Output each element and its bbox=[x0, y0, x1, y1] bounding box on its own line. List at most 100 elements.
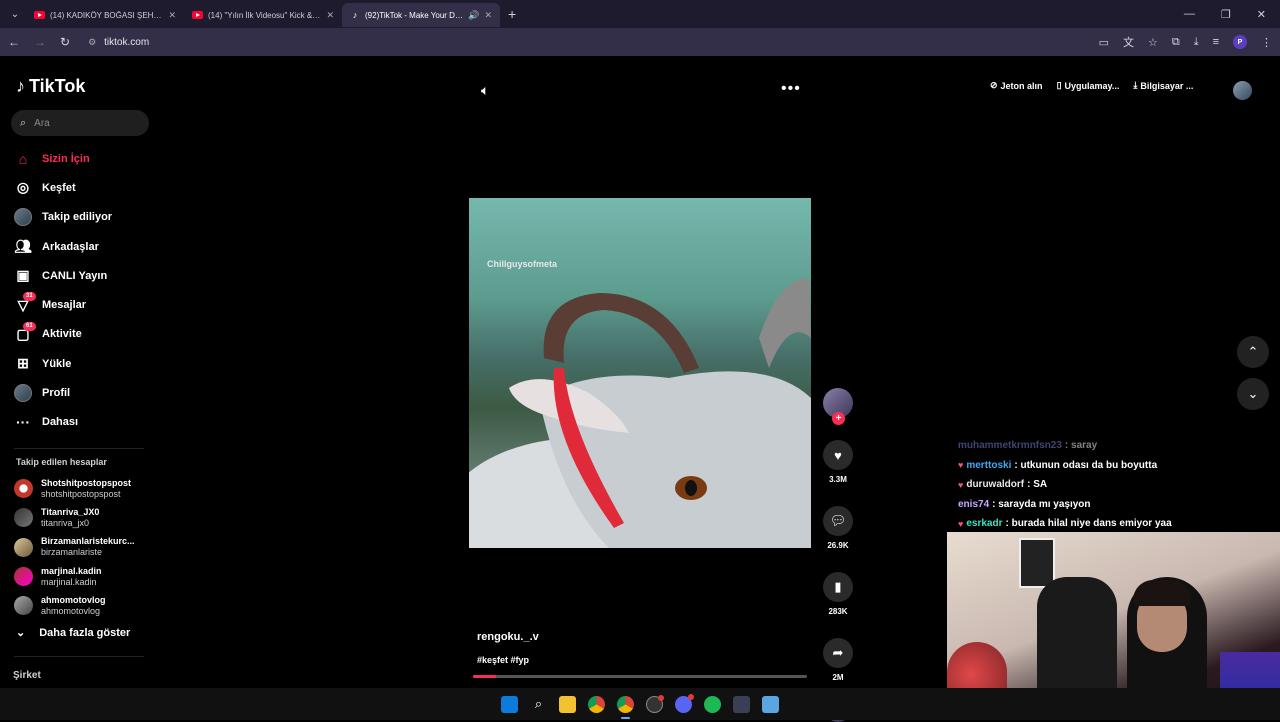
video-progress-fill bbox=[473, 675, 497, 678]
avatar bbox=[14, 384, 32, 403]
badge-icon: ♥ bbox=[958, 460, 964, 471]
get-app-label: Uygulamay... bbox=[1064, 80, 1120, 91]
browser-tab-1[interactable]: (14) KADIKÖY BOĞASI ŞEHINŞAH ✕ bbox=[26, 3, 184, 27]
chat-message: ♥ merttoski : utkunun odası da bu boyutt… bbox=[958, 456, 1258, 476]
chat-text: : SA bbox=[1027, 479, 1048, 491]
address-bar[interactable]: ⚙ tiktok.com bbox=[88, 37, 149, 48]
notepad-icon[interactable] bbox=[762, 695, 779, 713]
desktop-app-label: Bilgisayar ... bbox=[1140, 80, 1194, 91]
minimize-icon[interactable]: — bbox=[1184, 8, 1195, 21]
tiktok-icon: ♪ bbox=[352, 10, 358, 20]
video-actions: + ♥ 3.3M 💬︎ 26.9K ▮ 283K ➦ 2M bbox=[821, 388, 855, 722]
window-controls: — ❐ ✕ bbox=[1184, 8, 1280, 21]
sidebar-item-following[interactable]: Takip ediliyor bbox=[14, 203, 164, 232]
extensions-icon[interactable]: ⧉ bbox=[1172, 36, 1180, 49]
sidebar-item-explore[interactable]: ◎ Keşfet bbox=[14, 173, 164, 202]
discord-icon[interactable] bbox=[675, 693, 694, 713]
more-options-icon[interactable]: ••• bbox=[781, 80, 801, 98]
windows-start-icon[interactable] bbox=[501, 695, 518, 713]
browser-tab-3[interactable]: ♪ (92)TikTok - Make Your Day 🔊 ✕ bbox=[342, 3, 500, 27]
heart-icon: ♥ bbox=[834, 447, 842, 463]
close-icon[interactable]: ✕ bbox=[326, 10, 334, 21]
show-more-button[interactable]: ⌄ Daha fazla göster bbox=[16, 626, 130, 640]
creator-avatar[interactable]: + bbox=[823, 388, 853, 425]
bookmark-star-icon[interactable]: ☆ bbox=[1148, 36, 1158, 49]
compass-icon: ◎ bbox=[16, 179, 30, 196]
media-icon[interactable]: ≡ bbox=[1213, 36, 1219, 48]
following-accounts-title: Takip edilen hesaplar bbox=[16, 457, 107, 467]
search-icon[interactable]: ⌕ bbox=[530, 696, 547, 713]
sidebar: ♪ TikTok ⌕ Ara ⌂ Sizin İçin ◎ Keşfet Tak… bbox=[0, 58, 165, 688]
sidebar-item-for-you[interactable]: ⌂ Sizin İçin bbox=[14, 144, 164, 173]
volume-icon[interactable]: 🔈︎ bbox=[481, 82, 489, 99]
get-app-button[interactable]: ▯ Uygulamay... bbox=[1057, 80, 1120, 91]
comment-button[interactable]: 💬︎ bbox=[823, 506, 853, 536]
site-info-icon[interactable]: ⚙ bbox=[88, 37, 96, 48]
tiktok-note-icon: ♪ bbox=[16, 76, 25, 96]
more-icon: ··· bbox=[16, 414, 30, 431]
chat-username: duruwaldorf bbox=[966, 479, 1025, 491]
close-window-icon[interactable]: ✕ bbox=[1257, 8, 1266, 21]
following-account[interactable]: Titanriva_JX0 titanriva_jx0 bbox=[14, 503, 164, 532]
next-video-button[interactable]: ⌄ bbox=[1237, 378, 1269, 410]
sidebar-item-more[interactable]: ··· Dahası bbox=[14, 408, 164, 437]
sidebar-item-upload[interactable]: ⊞ Yükle bbox=[14, 349, 164, 378]
account-name: Titanriva_JX0 bbox=[41, 506, 100, 517]
video-hashtags[interactable]: #keşfet #fyp bbox=[477, 655, 529, 665]
account-handle: titanriva_jx0 bbox=[41, 517, 90, 528]
sidebar-item-messages[interactable]: ▽ 31 Mesajlar bbox=[14, 290, 164, 319]
logo-text: TikTok bbox=[29, 76, 86, 96]
new-tab-icon[interactable]: + bbox=[508, 6, 516, 22]
restore-icon[interactable]: ❐ bbox=[1221, 8, 1231, 21]
sidebar-item-profile[interactable]: Profil bbox=[14, 378, 164, 407]
tab-title: (14) KADIKÖY BOĞASI ŞEHINŞAH bbox=[50, 10, 163, 20]
file-explorer-icon[interactable] bbox=[559, 695, 576, 713]
following-account[interactable]: ahmomotovlog ahmomotovlog bbox=[14, 591, 164, 620]
video-author[interactable]: rengoku._.v bbox=[477, 631, 539, 643]
calculator-icon[interactable] bbox=[733, 695, 750, 713]
previous-video-button[interactable]: ⌃ bbox=[1237, 336, 1269, 368]
desktop-app-button[interactable]: ⤓ Bilgisayar ... bbox=[1133, 80, 1193, 91]
chat-text: : utkunun odası da bu boyutta bbox=[1014, 459, 1158, 471]
comment-icon: 💬︎ bbox=[829, 513, 847, 528]
profile-avatar[interactable]: P bbox=[1233, 35, 1247, 49]
get-coins-button[interactable]: ⊘ Jeton alın bbox=[990, 80, 1043, 91]
sidebar-item-activity[interactable]: ▢ 61 Aktivite bbox=[14, 320, 164, 349]
account-name: Shotshitpostopspost bbox=[41, 477, 131, 488]
chrome-icon[interactable] bbox=[588, 695, 605, 713]
wall-poster bbox=[1019, 538, 1055, 588]
sidebar-item-label: Sizin İçin bbox=[42, 152, 90, 165]
close-icon[interactable]: ✕ bbox=[168, 10, 176, 21]
taskbar: ⌕ bbox=[0, 688, 1280, 720]
user-avatar[interactable] bbox=[1233, 81, 1252, 100]
following-account[interactable]: Birzamanlaristekurc... birzamanlariste bbox=[14, 533, 164, 562]
video-progress-bar[interactable] bbox=[473, 675, 807, 678]
chrome-active-icon[interactable] bbox=[617, 695, 634, 719]
search-input[interactable]: ⌕ Ara bbox=[11, 110, 149, 136]
follow-plus-icon[interactable]: + bbox=[832, 412, 845, 425]
save-button[interactable]: ▮ bbox=[823, 572, 853, 602]
browser-tab-2[interactable]: (14) "Yılın İlk Videosu" Kick & Tw ✕ bbox=[184, 3, 342, 27]
forward-icon[interactable]: → bbox=[34, 35, 46, 49]
speaker-icon[interactable]: 🔊 bbox=[468, 10, 479, 21]
menu-kebab-icon[interactable]: ⋮ bbox=[1261, 36, 1272, 49]
download-icon[interactable]: ⤓ bbox=[1194, 36, 1199, 49]
tiktok-logo[interactable]: ♪ TikTok bbox=[16, 76, 85, 97]
sidebar-item-live[interactable]: ▣ CANLI Yayın bbox=[14, 261, 164, 290]
back-icon[interactable]: ← bbox=[8, 35, 20, 49]
obs-icon[interactable] bbox=[646, 694, 664, 713]
tab-search-icon[interactable]: ⌄ bbox=[4, 3, 26, 25]
cast-icon[interactable]: ▭ bbox=[1099, 36, 1109, 49]
translate-icon[interactable]: 文 bbox=[1123, 34, 1134, 50]
company-link[interactable]: Şirket bbox=[13, 670, 41, 681]
reload-icon[interactable]: ↻ bbox=[60, 35, 70, 49]
sidebar-item-friends[interactable]: 👥︎ Arkadaşlar bbox=[14, 232, 164, 261]
close-icon[interactable]: ✕ bbox=[484, 10, 492, 21]
following-account[interactable]: marjinal.kadin marjinal.kadin bbox=[14, 562, 164, 591]
like-button[interactable]: ♥ bbox=[823, 440, 853, 470]
bookmark-icon: ▮ bbox=[834, 579, 842, 594]
share-button[interactable]: ➦ bbox=[823, 638, 853, 668]
spotify-icon[interactable] bbox=[704, 695, 721, 713]
following-account[interactable]: Shotshitpostopspost shotshitpostopspost bbox=[14, 474, 164, 503]
video-player[interactable]: Chillguysofmeta bbox=[469, 198, 811, 548]
